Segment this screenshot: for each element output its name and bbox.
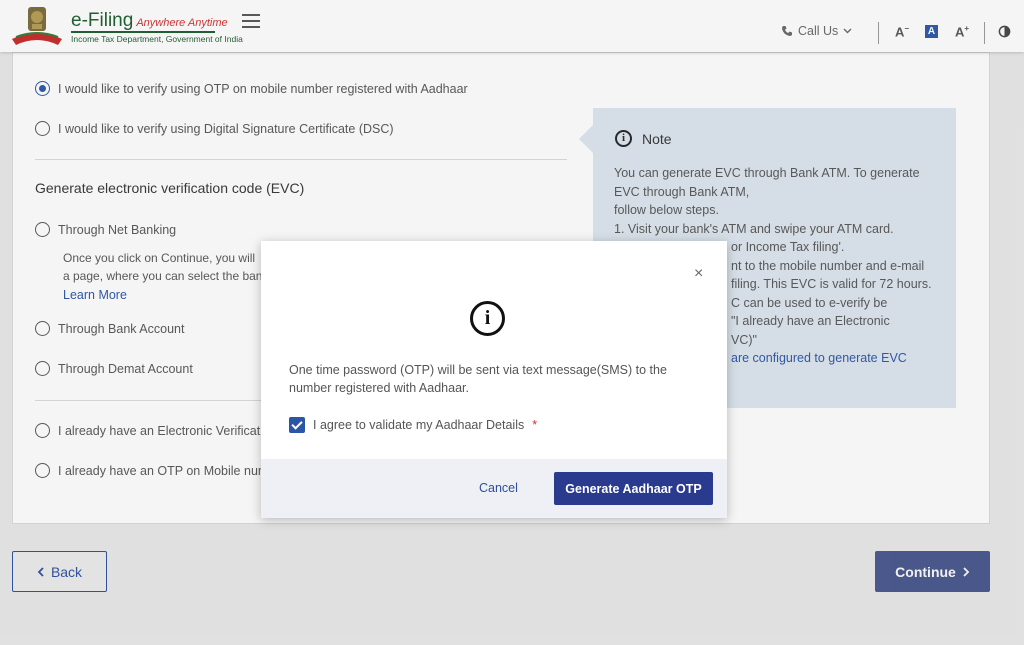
chevron-left-icon: [37, 566, 44, 577]
brand-tagline: Anywhere Anytime: [136, 17, 228, 29]
option-demat-account[interactable]: Through Demat Account: [35, 361, 193, 376]
contrast-toggle-icon[interactable]: [998, 25, 1011, 38]
note-line: You can generate EVC through Bank ATM. T…: [614, 166, 920, 180]
note-line: or Income Tax filing'.: [731, 240, 845, 254]
info-icon: i: [615, 130, 632, 147]
info-icon: i: [470, 301, 505, 336]
note-line: 1. Visit your bank's ATM and swipe your …: [614, 222, 894, 236]
call-us-dropdown[interactable]: Call Us: [781, 24, 852, 38]
font-increase-label: A: [955, 24, 965, 40]
note-line: nt to the mobile number and e-mail: [731, 259, 925, 273]
back-label: Back: [50, 563, 83, 580]
radio-net-banking[interactable]: [35, 222, 50, 237]
aadhaar-otp-dialog: × i One time password (OTP) will be sent…: [261, 241, 727, 518]
option-label: Through Bank Account: [58, 321, 185, 336]
option-net-banking[interactable]: Through Net Banking: [35, 222, 176, 237]
option-have-evc[interactable]: I already have an Electronic Verificatio: [35, 423, 270, 438]
evc-section-title: Generate electronic verification code (E…: [35, 180, 305, 196]
radio-demat-account[interactable]: [35, 361, 50, 376]
hamburger-menu-icon[interactable]: [242, 14, 260, 28]
required-asterisk: *: [532, 418, 538, 432]
option-bank-account[interactable]: Through Bank Account: [35, 321, 184, 336]
continue-label: Continue: [895, 563, 956, 580]
learn-more-link[interactable]: Learn More: [63, 288, 127, 302]
option-label: I would like to verify using OTP on mobi…: [58, 81, 468, 96]
top-header: e-Filing Anywhere Anytime Income Tax Depa…: [0, 0, 1024, 52]
brand-title: e-Filing Anywhere Anytime: [71, 10, 228, 32]
agree-label: I agree to validate my Aadhaar Details: [313, 418, 525, 432]
brand-subtitle: Income Tax Department, Government of Ind…: [71, 34, 243, 44]
continue-button[interactable]: Continue: [875, 551, 990, 592]
header-divider: [984, 22, 985, 44]
header-divider: [878, 22, 879, 44]
note-line: EVC through Bank ATM,: [614, 185, 750, 199]
option-label: I would like to verify using Digital Sig…: [58, 121, 394, 136]
note-title: Note: [642, 130, 672, 147]
note-line: filing. This EVC is valid for 72 hours.: [731, 277, 932, 291]
option-label: I already have an OTP on Mobile num: [58, 463, 269, 478]
option-label: Through Net Banking: [58, 222, 177, 237]
option-dsc[interactable]: I would like to verify using Digital Sig…: [35, 121, 394, 136]
phone-icon: [782, 26, 792, 36]
note-pointer: [579, 125, 593, 153]
brand-name: e-Filing: [71, 10, 134, 31]
radio-aadhaar-otp[interactable]: [35, 81, 50, 96]
back-button[interactable]: Back: [12, 551, 107, 592]
net-banking-description: Once you click on Continue, you will: [63, 251, 256, 265]
note-line: C can be used to e-verify be: [731, 296, 888, 310]
call-us-label: Call Us: [798, 24, 839, 38]
chevron-down-icon: [843, 28, 852, 34]
radio-have-evc[interactable]: [35, 423, 50, 438]
note-line: VC)": [731, 333, 757, 347]
font-decrease-button[interactable]: A−: [895, 24, 909, 39]
radio-dsc[interactable]: [35, 121, 50, 136]
emblem-logo-icon[interactable]: [8, 5, 66, 49]
option-label: Through Demat Account: [58, 361, 193, 376]
close-icon[interactable]: ×: [694, 265, 703, 283]
font-decrease-label: A: [895, 24, 905, 40]
divider: [35, 400, 275, 401]
net-banking-description: a page, where you can select the ban: [63, 269, 263, 283]
font-increase-button[interactable]: A+: [955, 24, 969, 39]
note-heading: i Note: [615, 130, 672, 147]
brand-underline: [71, 31, 215, 33]
radio-bank-account[interactable]: [35, 321, 50, 336]
divider: [35, 159, 567, 160]
option-label: I already have an Electronic Verificatio: [58, 423, 270, 438]
dialog-footer: Cancel Generate Aadhaar OTP: [261, 459, 727, 518]
agree-aadhaar-checkbox-row[interactable]: I agree to validate my Aadhaar Details *: [289, 417, 537, 433]
font-default-button[interactable]: A: [925, 25, 938, 38]
option-have-otp[interactable]: I already have an OTP on Mobile num: [35, 463, 268, 478]
otp-message: One time password (OTP) will be sent via…: [289, 363, 667, 395]
generate-aadhaar-otp-button[interactable]: Generate Aadhaar OTP: [554, 472, 713, 505]
agree-checkbox[interactable]: [289, 417, 305, 433]
option-aadhaar-otp[interactable]: I would like to verify using OTP on mobi…: [35, 81, 468, 96]
evc-banks-link[interactable]: are configured to generate EVC: [731, 351, 907, 365]
cancel-button[interactable]: Cancel: [479, 481, 518, 495]
note-line: "I already have an Electronic: [731, 314, 890, 328]
chevron-right-icon: [963, 566, 970, 577]
radio-have-otp[interactable]: [35, 463, 50, 478]
note-line: follow below steps.: [614, 203, 719, 217]
